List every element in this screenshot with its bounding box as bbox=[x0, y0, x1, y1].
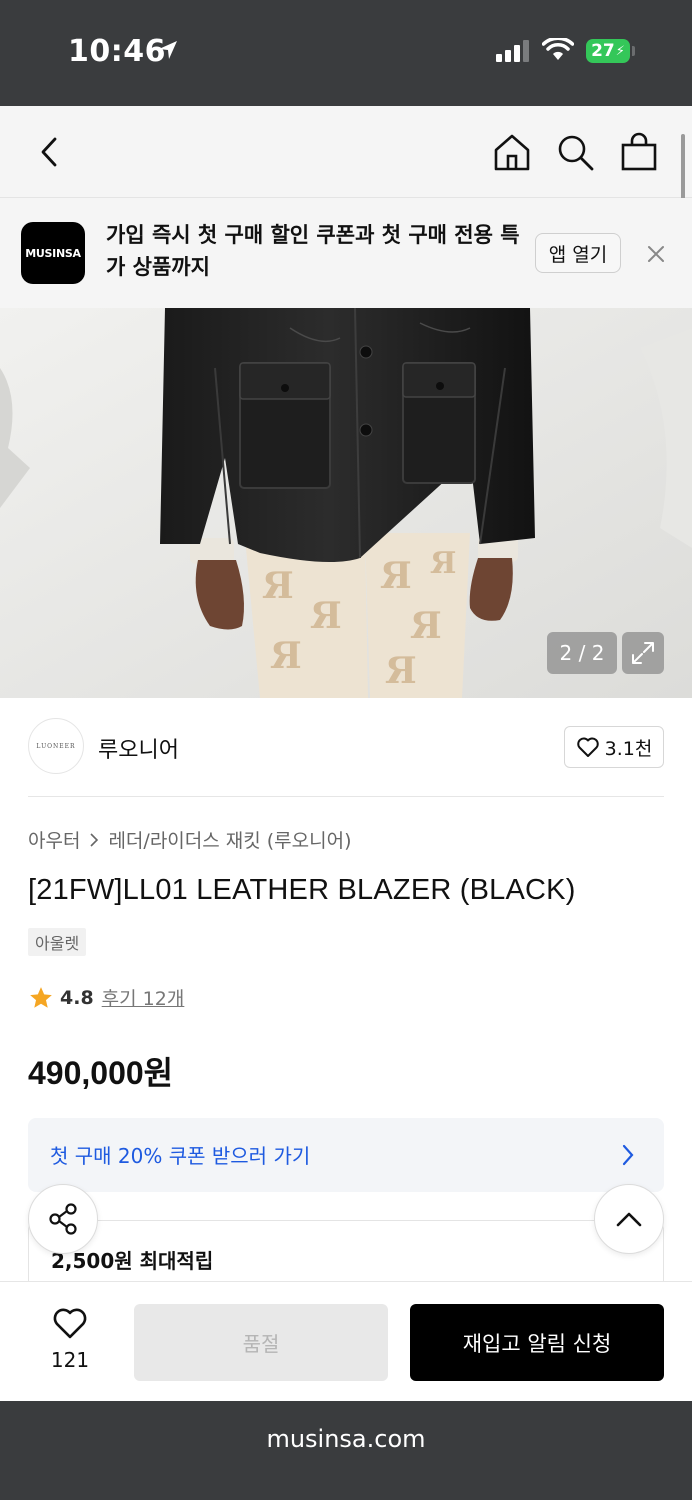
breadcrumb-category[interactable]: 아우터 bbox=[28, 826, 80, 853]
wishlist-count: 121 bbox=[50, 1348, 90, 1372]
expand-icon bbox=[632, 642, 654, 664]
product-title: [21FW]LL01 LEATHER BLAZER (BLACK) bbox=[28, 874, 576, 906]
share-icon bbox=[49, 1203, 77, 1235]
breadcrumb-subcategory[interactable]: 레더/라이더스 재킷 (루오니어) bbox=[108, 826, 351, 853]
svg-text:Я: Я bbox=[310, 595, 342, 637]
promo-text: 가입 즉시 첫 구매 할인 쿠폰과 첫 구매 전용 특가 상품까지 bbox=[106, 223, 520, 279]
soldout-button: 품절 bbox=[134, 1304, 388, 1381]
coupon-banner[interactable]: 첫 구매 20% 쿠폰 받으러 가기 bbox=[28, 1118, 664, 1192]
search-button[interactable] bbox=[553, 130, 597, 174]
svg-text:Я: Я bbox=[430, 546, 456, 581]
chevron-up-icon bbox=[616, 1212, 642, 1227]
musinsa-logo: MUSINSA bbox=[21, 222, 85, 284]
open-app-button[interactable]: 앱 열기 bbox=[535, 233, 621, 273]
status-time: 10:46 bbox=[68, 34, 166, 69]
image-pager: 2 / 2 bbox=[547, 632, 617, 674]
shopping-bag-icon bbox=[621, 132, 657, 171]
wifi-icon bbox=[542, 38, 574, 60]
rating-row: 4.8 후기 12개 bbox=[28, 984, 184, 1011]
breadcrumb: 아우터 레더/라이더스 재킷 (루오니어) bbox=[28, 826, 352, 853]
rating-score: 4.8 bbox=[60, 986, 94, 1009]
brand-like-count: 3.1천 bbox=[604, 737, 653, 760]
restock-alert-button[interactable]: 재입고 알림 신청 bbox=[410, 1304, 664, 1381]
chevron-right-icon bbox=[622, 1144, 634, 1166]
svg-text:Я: Я bbox=[385, 650, 417, 692]
browser-url-bar[interactable]: musinsa.com bbox=[0, 1401, 692, 1500]
svg-text:Я: Я bbox=[262, 565, 294, 607]
brand-logo[interactable]: LUONEER bbox=[28, 718, 84, 774]
cart-button[interactable] bbox=[617, 130, 661, 174]
url-text: musinsa.com bbox=[266, 1425, 426, 1453]
battery-level: 27 bbox=[591, 41, 615, 61]
share-button[interactable] bbox=[28, 1184, 98, 1254]
svg-text:Я: Я bbox=[410, 605, 442, 647]
brand-like-button[interactable]: 3.1천 bbox=[564, 726, 664, 768]
review-link[interactable]: 후기 12개 bbox=[102, 984, 185, 1011]
brand-row: LUONEER 루오니어 3.1천 bbox=[28, 718, 664, 776]
wishlist-button[interactable]: 121 bbox=[34, 1306, 106, 1372]
star-icon bbox=[30, 986, 52, 1008]
location-arrow-icon bbox=[159, 41, 177, 59]
cellular-signal-icon bbox=[496, 40, 529, 62]
scroll-top-button[interactable] bbox=[594, 1184, 664, 1254]
status-bar: 10:46 27 ⚡ bbox=[0, 0, 692, 106]
heart-icon bbox=[53, 1308, 87, 1339]
battery-indicator: 27 ⚡ bbox=[586, 39, 630, 63]
brand-name[interactable]: 루오니어 bbox=[98, 732, 179, 764]
svg-text:Я: Я bbox=[270, 635, 302, 677]
svg-text:Я: Я bbox=[380, 555, 412, 597]
home-button[interactable] bbox=[490, 130, 534, 174]
battery-cap bbox=[632, 46, 635, 56]
home-icon bbox=[494, 134, 530, 171]
divider bbox=[28, 796, 664, 797]
bottom-action-bar: 121 품절 재입고 알림 신청 bbox=[0, 1281, 692, 1401]
expand-image-button[interactable] bbox=[622, 632, 664, 674]
search-icon bbox=[558, 135, 594, 171]
heart-icon bbox=[576, 737, 599, 757]
chevron-left-icon bbox=[41, 137, 57, 167]
app-promo-banner[interactable]: MUSINSA 가입 즉시 첫 구매 할인 쿠폰과 첫 구매 전용 특가 상품까… bbox=[0, 198, 692, 308]
product-price: 490,000원 bbox=[28, 1055, 174, 1091]
back-button[interactable] bbox=[28, 130, 72, 174]
close-icon[interactable] bbox=[644, 242, 668, 266]
chevron-right-icon bbox=[90, 832, 99, 847]
coupon-label: 첫 구매 20% 쿠폰 받으러 가기 bbox=[50, 1144, 311, 1168]
top-navigation bbox=[0, 106, 692, 198]
outlet-tag: 아울렛 bbox=[28, 928, 87, 956]
